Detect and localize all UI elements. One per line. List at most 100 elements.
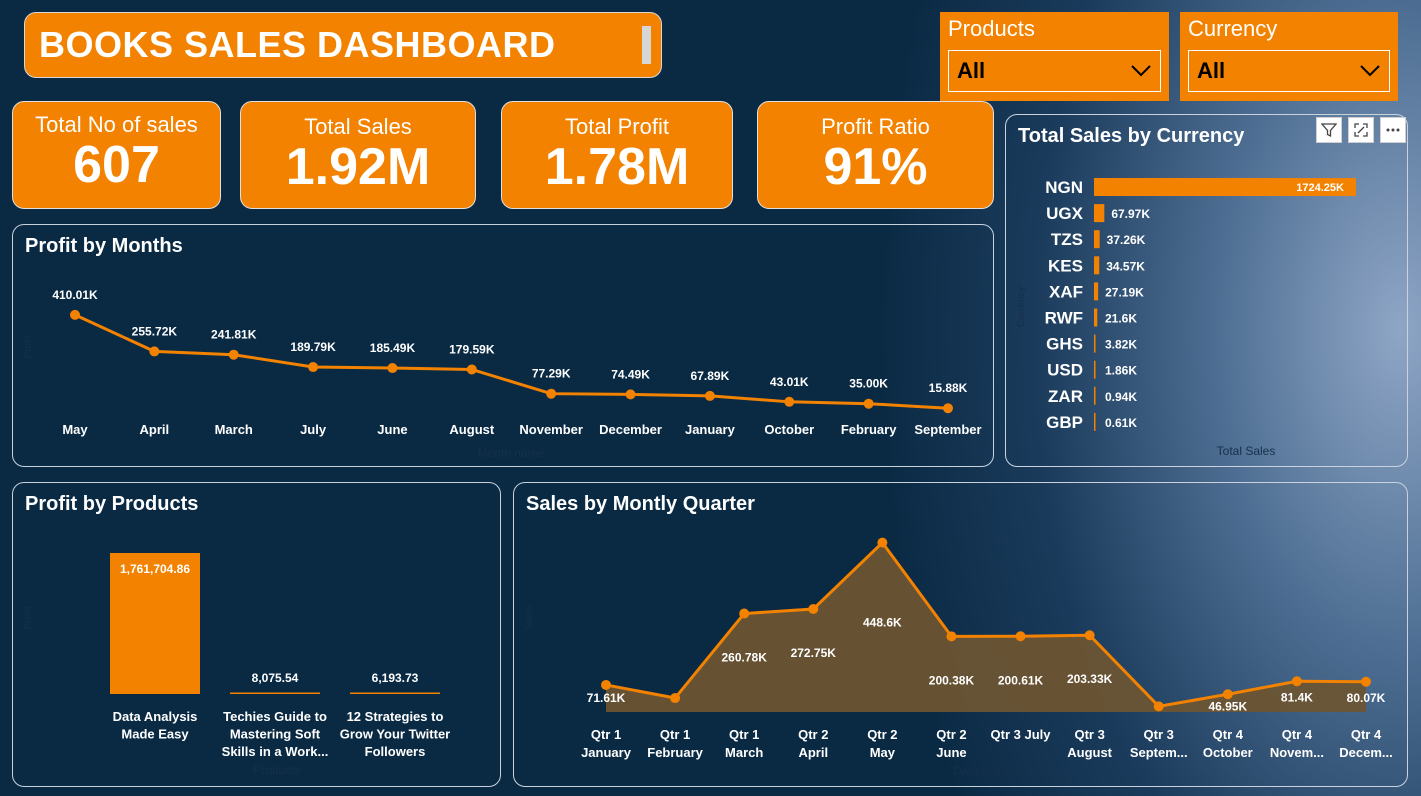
data-point (704, 390, 715, 401)
chevron-down-icon (1131, 65, 1151, 77)
data-point (670, 693, 681, 704)
data-point (601, 679, 611, 690)
currency-dropdown-value: All (1197, 58, 1226, 83)
currency-slicer-label: Currency (1188, 16, 1278, 41)
y-tick-label: USD (1047, 361, 1083, 380)
data-label: 255.72K (132, 324, 178, 338)
title-scrollbar[interactable] (642, 26, 651, 64)
profit-by-products-chart: 1,761,704.86 Data Analysis Made Easy 8,075.… (23, 553, 451, 777)
x-tick-label: October (764, 422, 814, 437)
x-tick-label: Techies Guide to (223, 709, 327, 724)
bar (1094, 256, 1100, 275)
kpi-value: 1.78M (544, 138, 690, 196)
x-tick-label: Qtr 2 (936, 727, 966, 742)
profit-by-months-chart: 410.01K May 255.72K April 241.81K March 189.79… (23, 288, 982, 460)
page-title: BOOKS SALES DASHBOARD (39, 24, 556, 65)
data-label: 1.86K (1105, 364, 1137, 378)
data-point (308, 362, 319, 373)
y-axis-label: Profit (23, 606, 34, 630)
x-tick-label: Qtr 2 (867, 727, 897, 742)
kpi-label: Total Sales (304, 114, 412, 139)
x-axis-label: Products (253, 763, 300, 777)
data-label: 260.78K (721, 651, 767, 665)
x-tick-label: March (725, 745, 763, 760)
data-label: 0.94K (1105, 390, 1137, 404)
x-tick-label: October (1203, 745, 1253, 760)
x-tick-label: Qtr 4 (1282, 727, 1313, 742)
data-point (784, 396, 795, 407)
kpi-total-profit: Total Profit 1.78M (501, 101, 733, 209)
data-label: 67.97K (1111, 207, 1150, 221)
data-point (1153, 701, 1164, 712)
products-slicer: Products All (940, 12, 1169, 101)
data-label: 27.19K (1105, 285, 1144, 299)
data-label: 43.01K (770, 375, 809, 389)
x-tick-label: Skills in a Work... (222, 744, 329, 759)
products-dropdown-value: All (957, 58, 986, 83)
profit-by-products-panel[interactable]: Profit by Products 1,761,704.86 Data Anal… (12, 482, 501, 787)
sales-by-quarter-panel[interactable]: Sales by Montly Quarter 71.61K Qtr 1 Janua… (513, 482, 1408, 787)
kpi-label: Total Profit (565, 114, 669, 139)
data-label: 71.61K (587, 691, 626, 705)
currency-slicer: Currency All (1180, 12, 1398, 101)
profit-by-months-panel[interactable]: Profit by Months 410.01K May 255.72K April 2… (12, 224, 994, 467)
chevron-down-icon (1360, 65, 1380, 77)
y-axis-label: Profit (23, 335, 34, 359)
y-tick-label: RWF (1045, 309, 1083, 328)
kpi-profit-ratio: Profit Ratio 91% (757, 101, 994, 209)
kpi-value: 1.92M (285, 138, 431, 196)
sales-by-currency-panel[interactable]: Total Sales by Currency NGN 1724.25K UGX 67… (1005, 114, 1408, 467)
products-dropdown[interactable]: All (948, 50, 1161, 92)
x-tick-label: January (581, 745, 632, 760)
data-label: 241.81K (211, 328, 257, 342)
x-tick-label: Qtr 1 (591, 727, 621, 742)
x-tick-label: Septem... (1130, 745, 1188, 760)
data-label: 67.89K (691, 369, 730, 383)
x-axis-label: Month name (478, 446, 545, 460)
currency-dropdown[interactable]: All (1188, 50, 1390, 92)
x-tick-label: Grow Your Twitter (340, 727, 451, 742)
y-tick-label: ZAR (1048, 387, 1083, 406)
data-point (1361, 676, 1371, 687)
x-tick-label: Followers (365, 744, 426, 759)
data-label: 35.00K (849, 377, 888, 391)
data-point (1291, 676, 1302, 687)
dashboard-title-box: BOOKS SALES DASHBOARD (24, 12, 662, 78)
y-axis-label: Currency (1016, 287, 1027, 328)
data-label: 8,075.54 (252, 671, 299, 685)
series-line (74, 313, 949, 410)
data-point (943, 403, 953, 414)
x-tick-label: May (870, 745, 896, 760)
x-tick-label: February (647, 745, 703, 760)
x-tick-label: Qtr 3 (1074, 727, 1104, 742)
data-point (1084, 630, 1095, 641)
data-point (466, 364, 477, 375)
data-label: 1,761,704.86 (120, 562, 190, 576)
data-point (149, 346, 160, 357)
data-label: 410.01K (52, 288, 98, 302)
data-label: 200.38K (929, 673, 975, 687)
data-point (387, 363, 398, 374)
x-tick-label: December (599, 422, 662, 437)
bar (1094, 386, 1096, 405)
bar (230, 692, 320, 694)
area-fill (606, 542, 1366, 712)
kpi-value: 607 (73, 136, 160, 194)
data-point (70, 309, 80, 320)
x-tick-label: April (140, 422, 170, 437)
y-tick-label: TZS (1051, 230, 1083, 249)
y-tick-label: UGX (1046, 204, 1084, 223)
x-tick-label: Made Easy (121, 727, 189, 742)
data-label: 80.07K (1347, 691, 1386, 705)
sales-by-quarter-chart: 71.61K Qtr 1 January Qtr 1 February 260.78K Qt… (524, 537, 1393, 778)
x-tick-label: July (300, 422, 327, 437)
bar (1094, 360, 1096, 379)
products-slicer-label: Products (948, 16, 1035, 41)
x-tick-label: Qtr 4 (1213, 727, 1244, 742)
kpi-total-sales: Total Sales 1.92M (240, 101, 476, 209)
data-label: 37.26K (1107, 233, 1146, 247)
y-tick-label: GHS (1046, 335, 1083, 354)
x-tick-label: Qtr 1 (729, 727, 759, 742)
x-tick-label: September (914, 422, 981, 437)
data-label: 15.88K (929, 381, 968, 395)
